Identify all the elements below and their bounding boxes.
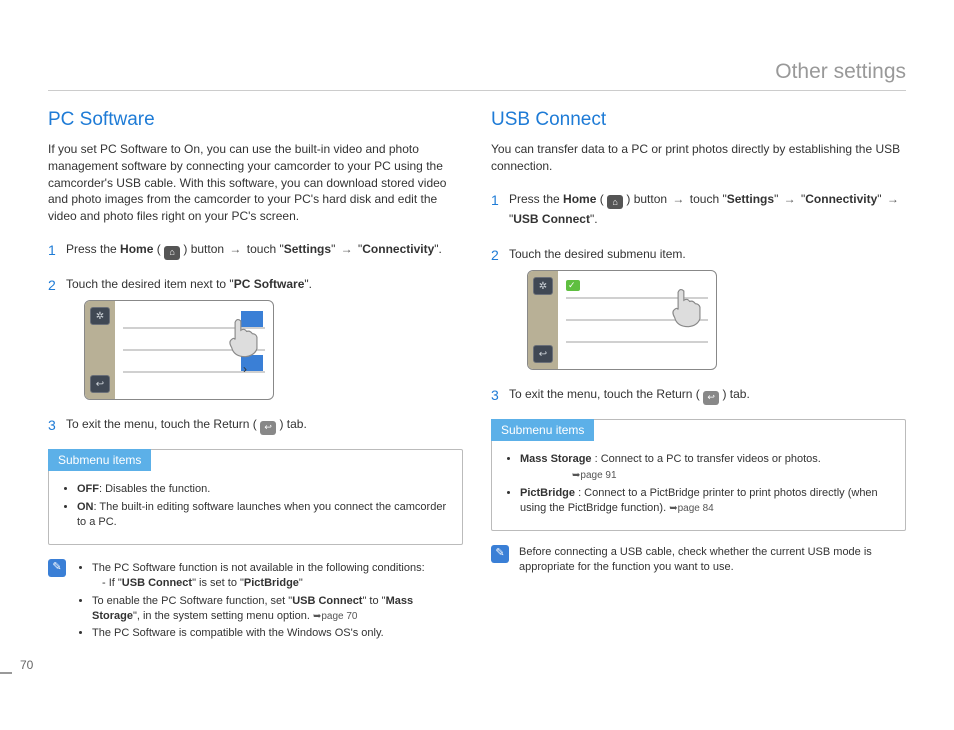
- left-step-1: Press the Home ( ⌂ ) button → touch "Set…: [48, 239, 463, 260]
- home-icon: ⌂: [607, 195, 623, 209]
- left-column: PC Software If you set PC Software to On…: [48, 109, 463, 644]
- submenu-item-mass-storage: Mass Storage : Connect to a PC to transf…: [520, 452, 891, 483]
- return-icon: ↩: [533, 345, 553, 363]
- gear-icon: ✲: [90, 307, 110, 325]
- touch-hand-icon: [219, 313, 265, 359]
- note-icon: ✎: [491, 545, 509, 563]
- note-item: The PC Software function is not availabl…: [92, 561, 463, 592]
- submenu-item-pictbridge: PictBridge : Connect to a PictBridge pri…: [520, 486, 891, 517]
- right-step-2: Touch the desired submenu item. ✲ ↩: [491, 244, 906, 370]
- note-item: To enable the PC Software function, set …: [92, 594, 463, 625]
- header-divider: [48, 90, 906, 91]
- home-icon: ⌂: [164, 246, 180, 260]
- pc-software-screenshot: ✲ ↩ ›: [84, 300, 274, 400]
- left-submenu-box: Submenu items OFF: Disables the function…: [48, 449, 463, 545]
- page-header-title: Other settings: [48, 60, 906, 84]
- note-text: Before connecting a USB cable, check whe…: [519, 546, 872, 573]
- pc-software-intro: If you set PC Software to On, you can us…: [48, 141, 463, 225]
- left-step-2: Touch the desired item next to "PC Softw…: [48, 274, 463, 400]
- page-number-bar: [0, 672, 12, 674]
- return-icon: ↩: [90, 375, 110, 393]
- right-step-1: Press the Home ( ⌂ ) button → touch "Set…: [491, 189, 906, 230]
- right-step-3: To exit the menu, touch the Return ( ↩ )…: [491, 384, 906, 405]
- arrow-icon: →: [784, 192, 796, 206]
- return-icon: ↩: [703, 391, 719, 405]
- arrow-icon: →: [229, 242, 241, 256]
- arrow-icon: →: [887, 192, 899, 206]
- arrow-icon: →: [672, 192, 684, 206]
- usb-connect-screenshot: ✲ ↩: [527, 270, 717, 370]
- note-item: The PC Software is compatible with the W…: [92, 626, 463, 641]
- submenu-heading: Submenu items: [48, 449, 151, 471]
- gear-icon: ✲: [533, 277, 553, 295]
- right-submenu-box: Submenu items Mass Storage : Connect to …: [491, 419, 906, 531]
- submenu-item-on: ON: The built-in editing software launch…: [77, 500, 448, 531]
- submenu-item-off: OFF: Disables the function.: [77, 482, 448, 497]
- usb-connect-heading: USB Connect: [491, 109, 906, 131]
- usb-connect-intro: You can transfer data to a PC or print p…: [491, 141, 906, 175]
- submenu-heading: Submenu items: [491, 419, 594, 441]
- arrow-icon: →: [341, 242, 353, 256]
- left-step-3: To exit the menu, touch the Return ( ↩ )…: [48, 414, 463, 435]
- touch-hand-icon: [662, 283, 708, 329]
- note-icon: ✎: [48, 559, 66, 577]
- right-column: USB Connect You can transfer data to a P…: [491, 109, 906, 644]
- return-icon: ↩: [260, 421, 276, 435]
- pc-software-heading: PC Software: [48, 109, 463, 131]
- page-number: 70: [20, 658, 33, 672]
- left-note: ✎ The PC Software function is not availa…: [48, 559, 463, 644]
- right-note: ✎ Before connecting a USB cable, check w…: [491, 545, 906, 576]
- check-icon: [566, 280, 580, 291]
